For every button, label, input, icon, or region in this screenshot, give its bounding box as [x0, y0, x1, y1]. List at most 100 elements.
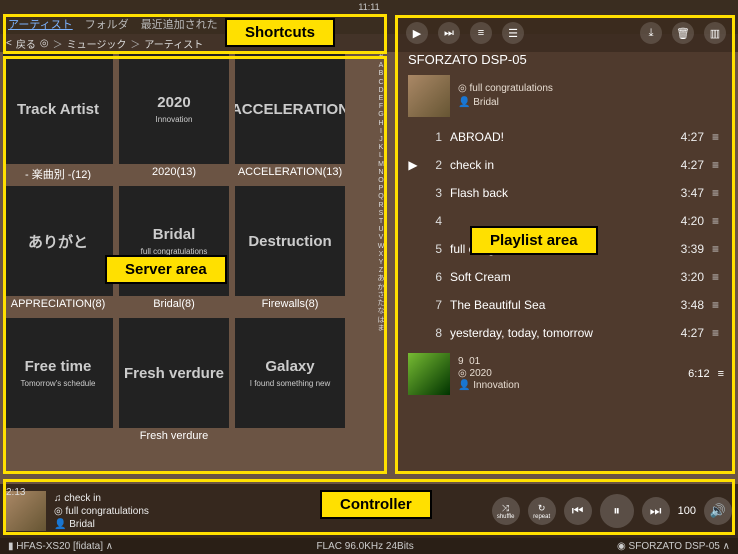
alpha-letter[interactable]: さ: [374, 292, 388, 300]
track-row[interactable]: 8yesterday, today, tomorrow4:27≡: [406, 319, 726, 347]
pause-button[interactable]: ⏸: [600, 494, 634, 528]
album-thumb[interactable]: Free timeTomorrow's schedule: [3, 318, 113, 428]
album-thumb[interactable]: ありがと: [3, 186, 113, 296]
track-row[interactable]: 5full congratulations3:39≡: [406, 235, 726, 263]
back-label[interactable]: 戻る: [16, 36, 36, 51]
play-next-icon[interactable]: ⏭: [438, 22, 460, 44]
alpha-letter[interactable]: X: [374, 251, 388, 259]
delete-icon[interactable]: 🗑: [672, 22, 694, 44]
back-chevron-icon[interactable]: <: [6, 38, 12, 49]
extra-sub2: Innovation: [473, 380, 519, 391]
drag-handle-icon[interactable]: ≡: [712, 130, 726, 144]
alpha-letter[interactable]: ま: [374, 325, 388, 333]
tab-artist[interactable]: アーティスト: [8, 16, 73, 32]
alpha-letter[interactable]: Q: [374, 193, 388, 201]
renderer-indicator[interactable]: ◉ SFORZATO DSP-05 ∧: [617, 541, 730, 552]
album-cell[interactable]: DestructionFirewalls(8): [235, 186, 345, 312]
alpha-letter[interactable]: O: [374, 177, 388, 185]
drag-handle-icon[interactable]: ≡: [712, 158, 726, 172]
drag-handle-icon[interactable]: ≡: [712, 270, 726, 284]
album-cell[interactable]: Free timeTomorrow's schedule: [3, 318, 113, 444]
drag-handle-icon[interactable]: ≡: [712, 242, 726, 256]
disc-icon: ◎: [54, 506, 63, 517]
alpha-letter[interactable]: J: [374, 136, 388, 144]
track-row[interactable]: 6Soft Cream3:20≡: [406, 263, 726, 291]
track-dur: 3:39: [670, 242, 704, 256]
play-now-icon[interactable]: ▶: [406, 22, 428, 44]
track-row[interactable]: 3Flash back3:47≡: [406, 179, 726, 207]
book-icon[interactable]: ▥: [704, 22, 726, 44]
album-cell[interactable]: Track Artist- 楽曲別 -(12): [3, 54, 113, 180]
menu-icon[interactable]: ☰: [502, 22, 524, 44]
album-cell[interactable]: GalaxyI found something new: [235, 318, 345, 444]
alpha-letter[interactable]: U: [374, 226, 388, 234]
alpha-letter[interactable]: T: [374, 218, 388, 226]
alpha-letter[interactable]: あ: [374, 275, 388, 283]
track-row[interactable]: 1ABROAD!4:27≡: [406, 123, 726, 151]
alpha-letter[interactable]: G: [374, 111, 388, 119]
server-indicator[interactable]: ▮ HFAS-XS20 [fidata] ∧: [8, 541, 113, 552]
alpha-letter[interactable]: B: [374, 70, 388, 78]
alpha-letter[interactable]: N: [374, 169, 388, 177]
alpha-letter[interactable]: E: [374, 95, 388, 103]
tab-folder[interactable]: フォルダ: [85, 16, 129, 32]
album-thumb[interactable]: GalaxyI found something new: [235, 318, 345, 428]
edit-icon[interactable]: ≡: [470, 22, 492, 44]
alpha-letter[interactable]: A: [374, 62, 388, 70]
album-thumb[interactable]: 2020Innovation: [119, 54, 229, 164]
volume-icon[interactable]: 🔊: [704, 497, 732, 525]
alpha-letter[interactable]: #: [374, 54, 388, 62]
alpha-letter[interactable]: M: [374, 161, 388, 169]
alpha-letter[interactable]: I: [374, 128, 388, 136]
save-icon[interactable]: ⤓: [640, 22, 662, 44]
drag-handle-icon[interactable]: ≡: [718, 368, 724, 380]
repeat-button[interactable]: ↻repeat: [528, 497, 556, 525]
alpha-letter[interactable]: な: [374, 308, 388, 316]
album-thumb[interactable]: Bridalfull congratulations: [119, 186, 229, 296]
alpha-letter[interactable]: L: [374, 152, 388, 160]
tab-recent[interactable]: 最近追加された: [141, 16, 218, 32]
playlist-extra-row[interactable]: 9 01 ◎ 2020 👤 Innovation 6:12 ≡: [398, 349, 734, 399]
drag-handle-icon[interactable]: ≡: [712, 186, 726, 200]
alpha-letter[interactable]: Y: [374, 259, 388, 267]
chevron-up-icon[interactable]: ∧: [723, 541, 730, 552]
album-thumb[interactable]: Destruction: [235, 186, 345, 296]
drag-handle-icon[interactable]: ≡: [712, 298, 726, 312]
album-cell[interactable]: ありがとAPPRECIATION(8): [3, 186, 113, 312]
alpha-letter[interactable]: V: [374, 234, 388, 242]
track-title: full congratulations: [450, 242, 662, 256]
alpha-letter[interactable]: K: [374, 144, 388, 152]
now-track: check in: [64, 493, 101, 504]
alpha-letter[interactable]: は: [374, 317, 388, 325]
alpha-letter[interactable]: P: [374, 185, 388, 193]
prev-button[interactable]: ⏮: [564, 497, 592, 525]
chevron-up-icon[interactable]: ∧: [106, 541, 113, 552]
album-cell[interactable]: 2020Innovation2020(13): [119, 54, 229, 180]
alpha-letter[interactable]: F: [374, 103, 388, 111]
shuffle-button[interactable]: ⤨shuffle: [492, 497, 520, 525]
album-cell[interactable]: Bridalfull congratulationsBridal(8): [119, 186, 229, 312]
album-thumb[interactable]: ACCELERATION: [235, 54, 345, 164]
alpha-index[interactable]: #ABCDEFGHIJKLMNOPQRSTUVWXYZあかさたなはま: [374, 54, 388, 474]
alpha-letter[interactable]: R: [374, 202, 388, 210]
alpha-letter[interactable]: か: [374, 284, 388, 292]
now-playing-info: ♫ check in ◎ full congratulations 👤 Brid…: [54, 492, 149, 531]
album-cell[interactable]: Fresh verdureFresh verdure: [119, 318, 229, 444]
alpha-letter[interactable]: S: [374, 210, 388, 218]
next-button[interactable]: ⏭: [642, 497, 670, 525]
track-row[interactable]: ▶2check in4:27≡: [406, 151, 726, 179]
drag-handle-icon[interactable]: ≡: [712, 214, 726, 228]
crumb-artist[interactable]: アーティスト: [144, 36, 203, 51]
album-cell[interactable]: ACCELERATIONACCELERATION(13): [235, 54, 345, 180]
crumb-music[interactable]: ミュージック: [67, 36, 127, 51]
album-thumb[interactable]: Fresh verdure: [119, 318, 229, 428]
track-row[interactable]: 7The Beautiful Sea3:48≡: [406, 291, 726, 319]
alpha-letter[interactable]: C: [374, 79, 388, 87]
alpha-letter[interactable]: W: [374, 243, 388, 251]
album-thumb[interactable]: Track Artist: [3, 54, 113, 164]
track-num: 7: [428, 298, 442, 312]
alpha-letter[interactable]: D: [374, 87, 388, 95]
drag-handle-icon[interactable]: ≡: [712, 326, 726, 340]
alpha-letter[interactable]: H: [374, 120, 388, 128]
track-row[interactable]: 44:20≡: [406, 207, 726, 235]
